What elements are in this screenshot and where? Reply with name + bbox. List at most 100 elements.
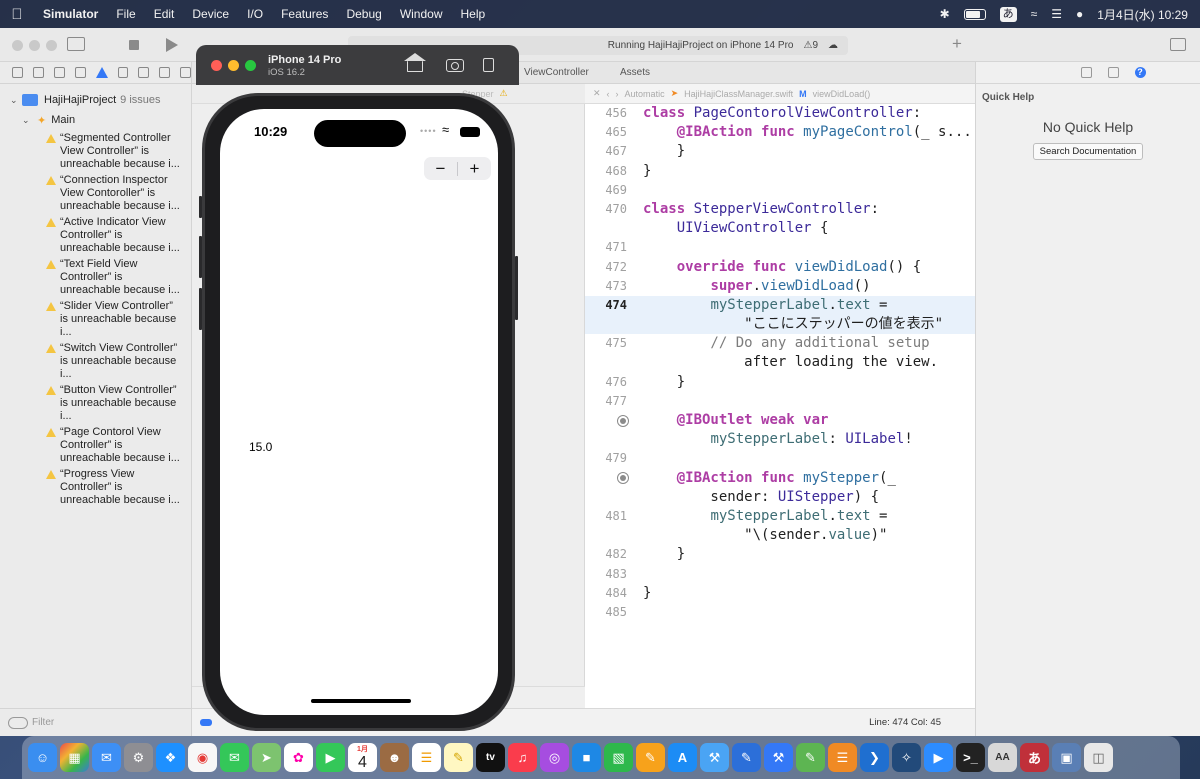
keynote-icon[interactable]: ■ <box>572 743 601 772</box>
code-line[interactable]: 484} <box>585 584 975 603</box>
code-line[interactable]: after loading the view. <box>585 353 975 372</box>
line-number[interactable] <box>585 353 629 372</box>
issue-item[interactable]: “Progress View Controller” is unreachabl… <box>46 468 191 507</box>
xcode-icon[interactable]: ⚒ <box>700 743 729 772</box>
add-tab-icon[interactable]: + <box>952 34 962 54</box>
preview-icon[interactable]: ▣ <box>1052 743 1081 772</box>
code-line[interactable]: 477 <box>585 392 975 411</box>
stream-app-icon[interactable]: ✧ <box>892 743 921 772</box>
line-number[interactable]: 473 <box>585 277 629 296</box>
stop-icon[interactable] <box>129 40 139 50</box>
line-number[interactable] <box>585 411 629 430</box>
contacts-icon[interactable]: ☻ <box>380 743 409 772</box>
group-row[interactable]: ⌄ ✦ Main <box>0 112 191 128</box>
notes-icon[interactable]: ✎ <box>444 743 473 772</box>
issue-item[interactable]: “Button View Controller” is unreachable … <box>46 384 191 423</box>
forward-icon[interactable]: › <box>616 89 619 99</box>
issue-item[interactable]: “Connection Inspector View Contoroller” … <box>46 174 191 213</box>
facetime-icon[interactable]: ▶ <box>316 743 345 772</box>
code-editor[interactable]: 456 class PageContorolViewController: 465 … <box>585 104 975 708</box>
home-icon[interactable] <box>404 53 426 72</box>
books-icon[interactable]: ☰ <box>828 743 857 772</box>
search-documentation-button[interactable]: Search Documentation <box>1032 143 1144 160</box>
line-number[interactable]: 481 <box>585 507 629 526</box>
minimize-button[interactable] <box>29 40 40 51</box>
menu-window[interactable]: Window <box>391 0 452 28</box>
menu-help[interactable]: Help <box>452 0 495 28</box>
rotate-icon[interactable] <box>483 58 494 72</box>
code-line[interactable]: 472 override func viewDidLoad() { <box>585 258 975 277</box>
dictionary-icon[interactable]: あ <box>1020 743 1049 772</box>
line-number[interactable] <box>585 219 629 238</box>
battery-icon[interactable] <box>963 8 986 20</box>
siri-icon[interactable]: ● <box>1076 7 1083 21</box>
symbol-icon[interactable] <box>53 67 65 78</box>
menu-device[interactable]: Device <box>183 0 238 28</box>
diff-tool-icon[interactable]: ✎ <box>796 743 825 772</box>
sim-close-button[interactable] <box>211 60 222 71</box>
zoom-icon[interactable]: ▶ <box>924 743 953 772</box>
line-number[interactable]: 469 <box>585 181 629 200</box>
debug-icon[interactable] <box>138 67 150 78</box>
code-line[interactable]: 482 } <box>585 545 975 564</box>
toggle-inspector-icon[interactable] <box>1170 38 1186 51</box>
code-line[interactable]: 473 super.viewDidLoad() <box>585 277 975 296</box>
line-number[interactable] <box>585 469 629 488</box>
device-screen[interactable]: 10:29 •••• ≈ − + 15.0 <box>220 109 498 715</box>
issue-item[interactable]: “Active Indicator View Controller” is un… <box>46 216 191 255</box>
line-number[interactable]: 485 <box>585 603 629 622</box>
history-inspector-icon[interactable] <box>1107 67 1119 78</box>
code-line[interactable]: 479 <box>585 449 975 468</box>
code-line[interactable]: 469 <box>585 181 975 200</box>
system-settings-icon[interactable]: ⚙ <box>124 743 153 772</box>
code-line[interactable]: 483 <box>585 565 975 584</box>
quick-help-icon[interactable]: ? <box>1134 67 1146 78</box>
code-line[interactable]: sender: UIStepper) { <box>585 488 975 507</box>
line-number[interactable]: 483 <box>585 565 629 584</box>
instruments-icon[interactable]: ✎ <box>732 743 761 772</box>
test-icon[interactable] <box>117 67 129 78</box>
menu-debug[interactable]: Debug <box>337 0 390 28</box>
music-icon[interactable]: ♫ <box>508 743 537 772</box>
code-line[interactable]: 467 } <box>585 142 975 161</box>
podcasts-icon[interactable]: ◎ <box>540 743 569 772</box>
code-line[interactable]: 471 <box>585 238 975 257</box>
chrome-icon[interactable]: ◉ <box>188 743 217 772</box>
volume-down-button[interactable] <box>199 288 202 330</box>
finder-icon[interactable]: ☺ <box>28 743 57 772</box>
tab-view-controller[interactable]: ViewController <box>524 67 589 78</box>
breakpoint-icon[interactable] <box>159 67 171 78</box>
code-line[interactable]: 470 class StepperViewController: <box>585 200 975 219</box>
stepper-decrement-button[interactable]: − <box>424 157 457 180</box>
source-control-icon[interactable] <box>32 67 44 78</box>
outlet-connection-icon[interactable] <box>617 414 629 427</box>
code-line[interactable]: @IBAction func myStepper(_ <box>585 469 975 488</box>
control-center-icon[interactable]: ☰ <box>1051 7 1062 21</box>
line-number[interactable] <box>585 315 629 334</box>
side-button[interactable] <box>515 256 518 320</box>
line-number[interactable]: 465 <box>585 123 629 142</box>
issue-count[interactable]: ⚠9 <box>803 40 818 51</box>
line-number[interactable]: 472 <box>585 258 629 277</box>
wifi-icon[interactable]: ≈ <box>1031 7 1038 21</box>
issue-item[interactable]: “Page Contorol View Controller” is unrea… <box>46 426 191 465</box>
line-number[interactable]: 484 <box>585 584 629 603</box>
launchpad-icon[interactable]: ▦ <box>60 743 89 772</box>
close-editor-icon[interactable]: ✕ <box>593 88 601 99</box>
line-number[interactable]: 476 <box>585 373 629 392</box>
apple-menu-icon[interactable]:  <box>0 6 34 23</box>
tab-assets[interactable]: Assets <box>620 67 650 78</box>
folder-icon[interactable] <box>12 67 23 78</box>
line-number[interactable]: 456 <box>585 104 629 123</box>
code-line[interactable]: 475 // Do any additional setup <box>585 334 975 353</box>
sim-minimize-button[interactable] <box>228 60 239 71</box>
simulator-icon[interactable]: ⚒ <box>764 743 793 772</box>
numbers-icon[interactable]: ▧ <box>604 743 633 772</box>
code-line[interactable]: 465 @IBAction func myPageControl(_ s... <box>585 123 975 142</box>
report-icon[interactable] <box>180 67 191 78</box>
code-line[interactable]: 476 } <box>585 373 975 392</box>
code-line[interactable]: 474 myStepperLabel.text = <box>585 295 975 316</box>
close-button[interactable] <box>12 40 23 51</box>
home-indicator[interactable] <box>311 699 411 703</box>
zoom-button[interactable] <box>46 40 57 51</box>
